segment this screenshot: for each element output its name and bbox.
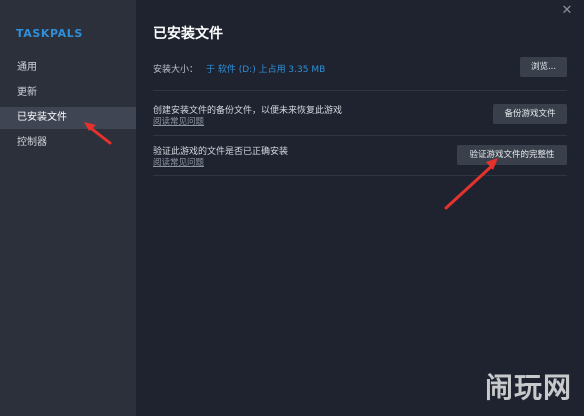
sidebar-item-controller[interactable]: 控制器: [0, 132, 136, 154]
backup-game-files-button[interactable]: 备份游戏文件: [493, 104, 567, 124]
backup-faq-link[interactable]: 阅读常见问题: [153, 115, 204, 127]
install-size-value: 于 软件 (D:) 上占用 3.35 MB: [206, 65, 326, 75]
page-title: 已安装文件: [153, 26, 223, 42]
close-icon[interactable]: ✕: [560, 4, 574, 18]
browse-button[interactable]: 浏览...: [520, 57, 567, 77]
divider: [153, 135, 567, 136]
verify-integrity-button[interactable]: 验证游戏文件的完整性: [457, 145, 567, 165]
watermark-text: 闹玩网: [484, 371, 572, 404]
divider: [153, 175, 567, 176]
verify-faq-link[interactable]: 阅读常见问题: [153, 156, 204, 168]
watermark-logo: 闹玩网: [485, 366, 572, 406]
app-title: TASKPALS: [16, 27, 83, 40]
main-panel: ✕ 已安装文件 安装大小： 于 软件 (D:) 上占用 3.35 MB 浏览..…: [136, 0, 584, 416]
sidebar-item-installed-files[interactable]: 已安装文件: [0, 107, 136, 129]
install-size-label: 安装大小：: [153, 65, 199, 75]
sidebar: TASKPALS 通用 更新 已安装文件 控制器: [0, 0, 136, 416]
divider: [153, 90, 567, 91]
sidebar-item-updates[interactable]: 更新: [0, 82, 136, 104]
sidebar-item-general[interactable]: 通用: [0, 57, 136, 79]
